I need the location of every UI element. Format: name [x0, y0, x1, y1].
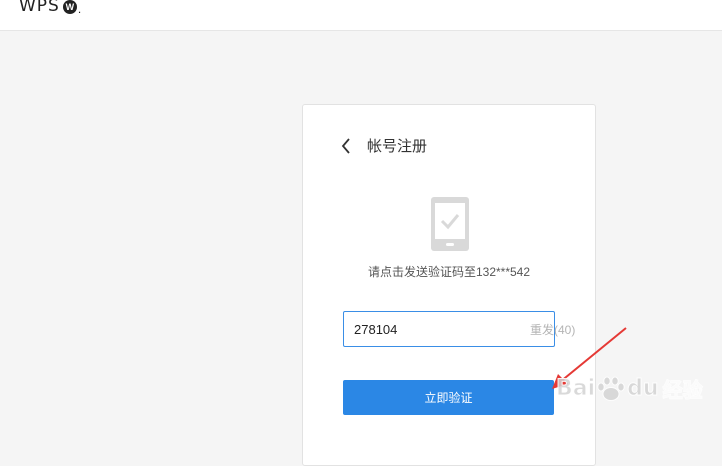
watermark-text-du: du — [627, 376, 659, 402]
watermark-text-jingyan: 经验 — [662, 378, 703, 403]
register-card: 帐号注册 请点击发送验证码至132***542 重发(40) 立即验证 — [302, 104, 596, 466]
logo-text: WPS — [19, 0, 60, 16]
logo-dot: . — [77, 2, 82, 16]
watermark-text-bai: Bai — [555, 376, 596, 402]
card-header: 帐号注册 — [341, 135, 427, 156]
wps-logo[interactable]: WPS W . — [19, 0, 81, 18]
phone-check-icon — [431, 197, 469, 251]
top-bar: WPS W . — [0, 0, 722, 31]
page-title: 帐号注册 — [367, 138, 428, 155]
verification-code-input[interactable] — [344, 314, 530, 344]
baidu-jingyan-watermark: Bai du 经验 — [555, 374, 703, 403]
verify-now-button[interactable]: 立即验证 — [343, 380, 554, 415]
paw-icon — [597, 376, 625, 401]
back-button[interactable] — [341, 136, 357, 156]
verification-code-field[interactable]: 重发(40) — [343, 311, 575, 347]
verification-hint: 请点击发送验证码至132***542 — [367, 265, 531, 279]
chevron-left-icon — [341, 137, 350, 154]
logo-badge-icon: W — [62, 0, 77, 14]
